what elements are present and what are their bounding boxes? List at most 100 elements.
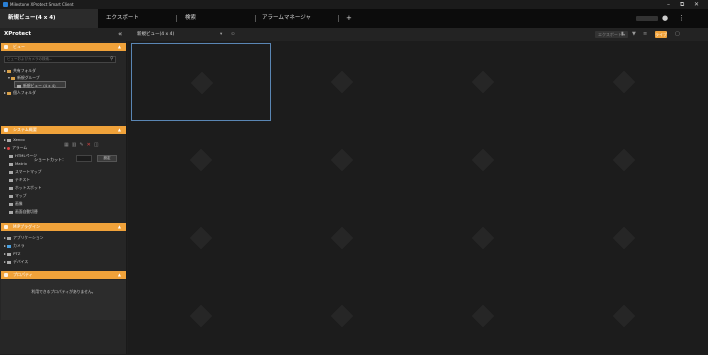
milestone-logo-icon: [612, 226, 636, 250]
fullscreen-icon[interactable]: ▢: [675, 28, 680, 41]
mip-plugins-title: MIPプラグイン: [13, 224, 41, 229]
chevron-up-icon: ▲: [117, 224, 121, 229]
tree-item-map[interactable]: マップ: [9, 192, 26, 199]
tree-item-hotspot[interactable]: ホットスポット: [9, 184, 42, 191]
milestone-logo-icon: [189, 148, 213, 172]
close-button[interactable]: ✕: [694, 0, 699, 9]
tree-item-device[interactable]: ▸ デバイス: [4, 258, 28, 265]
tree-item-new-view[interactable]: 新規ビュー (4 x 4): [14, 81, 66, 88]
camera-view-slot[interactable]: [131, 199, 271, 277]
camera-view-slot[interactable]: [272, 43, 412, 121]
camera-view-slot[interactable]: [554, 121, 694, 199]
tab-export[interactable]: エクスポート: [106, 9, 139, 28]
collapse-pane-button[interactable]: «: [118, 28, 122, 41]
tree-item-server[interactable]: ▸ Xenco: [4, 136, 25, 143]
camera-view-slot[interactable]: [413, 121, 553, 199]
camera-icon[interactable]: ⊙: [231, 28, 235, 41]
camera-view-slot[interactable]: [131, 277, 271, 355]
milestone-logo-icon: [330, 226, 354, 250]
set-shortcut-button[interactable]: 設定: [97, 155, 117, 162]
tree-item-image[interactable]: 画像: [9, 200, 23, 207]
camera-view-slot[interactable]: [554, 43, 694, 121]
properties-title: プロパティ: [13, 272, 33, 277]
tab-alarm-manager[interactable]: アラームマネージャ: [262, 9, 311, 28]
camera-view-slot[interactable]: [272, 199, 412, 277]
camera-view-slot[interactable]: [272, 277, 412, 355]
chevron-up-icon: ▲: [117, 272, 121, 277]
server-icon: [7, 138, 12, 142]
camera-view-slot[interactable]: [413, 199, 553, 277]
edit-icon[interactable]: ✎: [79, 142, 86, 148]
milestone-logo-icon: [330, 304, 354, 328]
tree-item-private-folder[interactable]: ▸ 個人フォルダ: [4, 89, 36, 96]
tree-item-shared-folder[interactable]: ▸ 共有フォルダ: [4, 67, 36, 74]
tree-item-smart-map[interactable]: スマートマップ: [9, 168, 41, 175]
filter-icon[interactable]: ▼: [632, 28, 636, 41]
ptz-icon: [7, 252, 12, 256]
milestone-logo-icon: [471, 226, 495, 250]
copy-icon[interactable]: ◫: [94, 142, 102, 148]
tree-item-ptz[interactable]: ▸ PTZ: [4, 250, 20, 257]
views-section-header[interactable]: ビュー ▲: [1, 43, 126, 51]
camera-view-slot[interactable]: [554, 277, 694, 355]
current-view-label: 新規ビュー(4 x 4): [137, 32, 175, 37]
map-icon: [9, 170, 13, 174]
tab-separator: [255, 15, 256, 22]
mip-plugins-section-header[interactable]: MIPプラグイン ▲: [1, 223, 126, 231]
views-section-title: ビュー: [13, 44, 25, 49]
workspace-tab-bar: 新規ビュー(4 x 4) エクスポート 検索 アラームマネージャ + ● ⋮: [0, 9, 708, 28]
milestone-logo-icon: [190, 71, 214, 95]
setup-icon[interactable]: ≡: [643, 28, 647, 41]
tree-item-camera[interactable]: ▸ カメラ: [4, 242, 25, 249]
search-icon[interactable]: ⚲: [110, 56, 114, 62]
camera-view-slot[interactable]: [413, 43, 553, 121]
milestone-logo-icon: [330, 70, 354, 94]
globe-icon: [9, 154, 13, 158]
shortcut-input[interactable]: [76, 155, 92, 162]
milestone-logo-icon: [330, 148, 354, 172]
camera-view-slot[interactable]: [413, 277, 553, 355]
grid-view-icon: [17, 84, 21, 88]
minimize-button[interactable]: –: [667, 0, 670, 9]
view-search-input[interactable]: ビューおよびカメラの検索...: [4, 56, 116, 63]
camera-view-slot[interactable]: [131, 121, 271, 199]
properties-icon: [4, 273, 8, 277]
tab-view[interactable]: 新規ビュー(4 x 4): [0, 9, 98, 28]
properties-panel: [1, 280, 126, 320]
live-mode-button[interactable]: ライブ: [655, 31, 667, 38]
more-vertical-icon[interactable]: ⋮: [678, 9, 685, 28]
view-selector-caret[interactable]: ▾: [220, 28, 222, 41]
maximize-button[interactable]: ⧉: [680, 0, 684, 9]
milestone-logo-icon: [612, 148, 636, 172]
milestone-logo-icon: [471, 304, 495, 328]
tab-separator: [176, 15, 177, 22]
milestone-logo-icon: [612, 70, 636, 94]
device-icon: [7, 260, 12, 264]
tree-item-carousel[interactable]: 画面自動切替: [9, 208, 38, 215]
tab-search[interactable]: 検索: [185, 9, 196, 28]
add-tab-button[interactable]: +: [346, 9, 352, 28]
tree-item-text[interactable]: テキスト: [9, 176, 30, 183]
delete-icon[interactable]: ✕: [87, 142, 94, 148]
new-group-icon[interactable]: ▦: [64, 142, 72, 148]
tree-item-new-group[interactable]: ▾ 新規グループ: [8, 74, 40, 81]
folder-icon: [11, 76, 16, 80]
properties-empty-message: 利用できるプロパティがありません。: [31, 289, 96, 294]
tree-item-alarm[interactable]: ▸ アラーム: [4, 144, 27, 151]
camera-view-slot[interactable]: [554, 199, 694, 277]
tree-item-application[interactable]: ▸ アプリケーション: [4, 234, 43, 241]
carousel-icon: [9, 210, 13, 214]
bookmark-icon[interactable]: ▮: [621, 28, 624, 41]
view-actions: ▦▥✎✕◫: [64, 142, 102, 148]
tree-item-matrix[interactable]: Matrix: [9, 160, 27, 167]
properties-section-header[interactable]: プロパティ ▲: [1, 271, 126, 279]
tree-item-html-page[interactable]: HTMLページ: [9, 152, 37, 159]
camera-view-slot[interactable]: [272, 121, 412, 199]
camera-view-slot[interactable]: [131, 43, 271, 121]
alarm-icon: [7, 146, 11, 150]
chevron-up-icon: ▲: [117, 127, 121, 132]
system-overview-section-header[interactable]: システム概要 ▲: [1, 126, 126, 134]
hotspot-icon: [9, 186, 13, 190]
camera-view-grid: [128, 41, 708, 354]
user-icon[interactable]: ●: [662, 9, 668, 28]
